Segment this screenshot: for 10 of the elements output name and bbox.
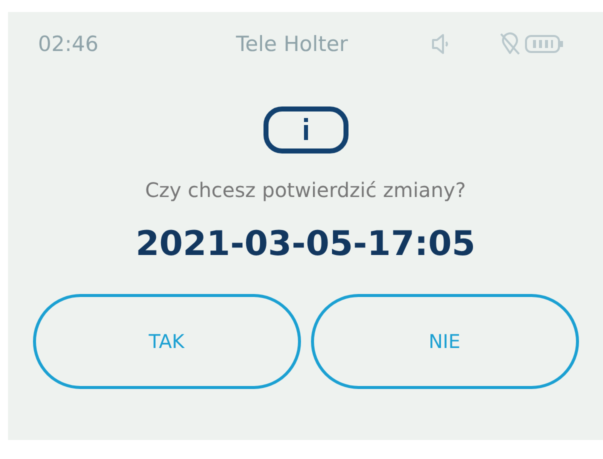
info-icon bbox=[262, 106, 348, 154]
status-time: 02:46 bbox=[38, 32, 100, 56]
location-off-icon bbox=[499, 32, 521, 56]
battery-icon bbox=[525, 33, 565, 55]
device-title: Tele Holter bbox=[236, 32, 349, 56]
speaker-icon bbox=[431, 32, 449, 56]
date-time-value: 2021-03-05-17:05 bbox=[136, 224, 476, 264]
dialog-button[interactable]: NIE bbox=[310, 294, 578, 389]
confirm-message: Czy chcesz potwierdzić zmiany? bbox=[145, 178, 466, 202]
dialog-button[interactable]: TAK bbox=[32, 294, 300, 389]
